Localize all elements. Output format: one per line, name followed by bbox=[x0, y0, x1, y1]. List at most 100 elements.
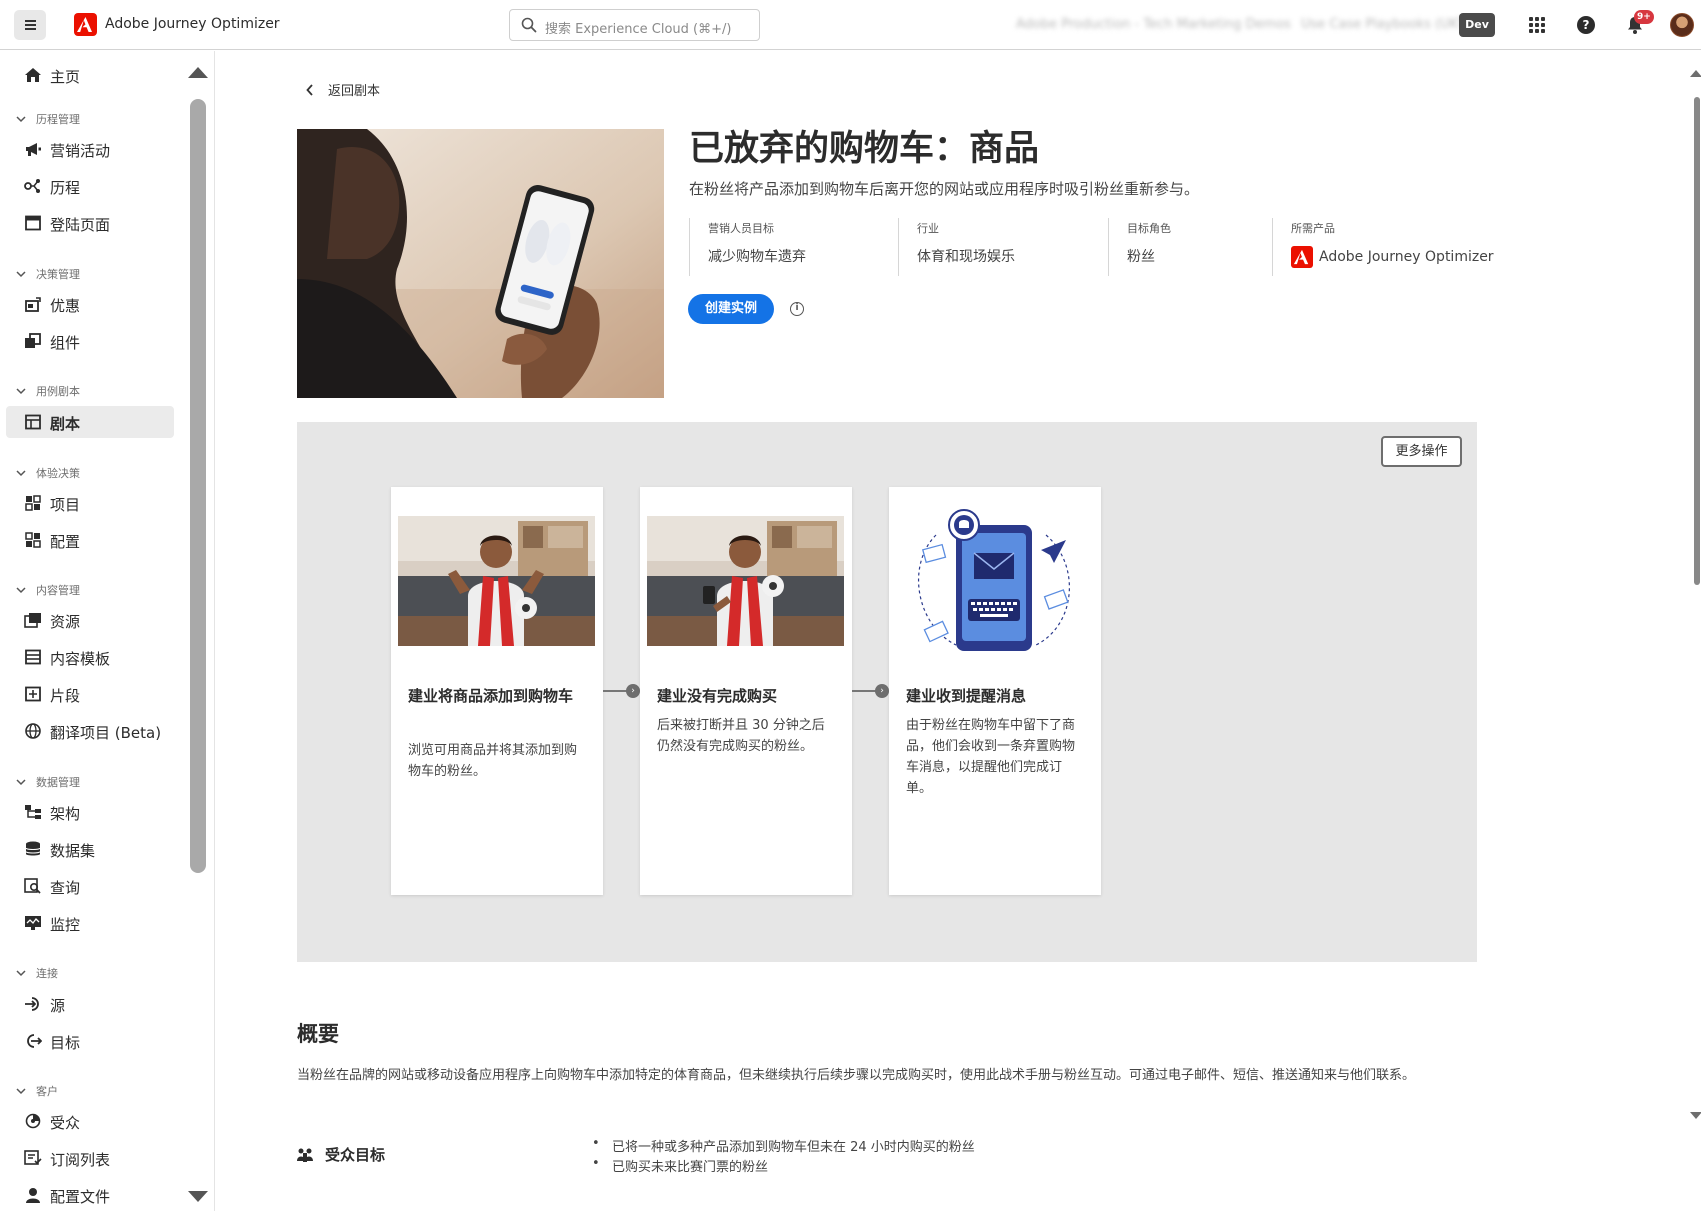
globe-icon bbox=[25, 723, 41, 739]
sidebar-item-assets[interactable]: 资源 bbox=[0, 604, 173, 636]
meta-key: 目标角色 bbox=[1127, 222, 1171, 235]
template-icon bbox=[25, 649, 41, 665]
sidebar-scrollbar[interactable] bbox=[190, 99, 206, 873]
step-description: 后来被打断并且 30 分钟之后仍然没有完成购买的粉丝。 bbox=[657, 718, 825, 754]
sidebar-item-sources[interactable]: 源 bbox=[0, 988, 173, 1020]
sidebar-item-playbooks[interactable]: 剧本 bbox=[6, 406, 174, 438]
section-label: 数据管理 bbox=[36, 776, 80, 789]
sidebar-item-label: 配置文件 bbox=[50, 1188, 111, 1206]
components-icon bbox=[25, 333, 41, 348]
meta-target-role: 目标角色 粉丝 bbox=[1108, 218, 1258, 276]
sidebar-item-subscription-lists[interactable]: 订阅列表 bbox=[0, 1142, 173, 1174]
sidebar-item-profiles[interactable]: 配置文件 bbox=[0, 1179, 173, 1211]
section-connections[interactable]: 连接 bbox=[16, 963, 58, 983]
sidebar-item-destinations[interactable]: 目标 bbox=[0, 1025, 173, 1057]
sidebar-item-landing-pages[interactable]: 登陆页面 bbox=[0, 207, 173, 239]
main-scrollbar[interactable] bbox=[1694, 97, 1700, 585]
more-actions-button[interactable]: 更多操作 bbox=[1381, 436, 1462, 467]
chevron-down-icon bbox=[16, 388, 26, 395]
section-journey-mgmt[interactable]: 历程管理 bbox=[16, 109, 80, 129]
sidebar-item-label: 主页 bbox=[50, 68, 81, 86]
sidebar-item-label: 配置 bbox=[50, 533, 81, 551]
step-title: 建业收到提醒消息 bbox=[906, 687, 1027, 705]
sidebar-item-label: 内容模板 bbox=[50, 650, 111, 668]
sidebar-item-label: 数据集 bbox=[50, 842, 96, 860]
flow-step-card[interactable]: 建业没有完成购买 后来被打断并且 30 分钟之后仍然没有完成购买的粉丝。 bbox=[640, 487, 852, 895]
page-title: 已放弃的购物车：商品 bbox=[689, 129, 1040, 169]
section-data-mgmt[interactable]: 数据管理 bbox=[16, 772, 80, 792]
env-badge[interactable]: Dev bbox=[1459, 13, 1495, 37]
sidebar-item-label: 项目 bbox=[50, 496, 81, 514]
info-icon[interactable]: i bbox=[790, 302, 804, 316]
back-link[interactable]: 返回剧本 bbox=[306, 80, 380, 99]
scroll-up-icon[interactable] bbox=[1690, 70, 1701, 77]
sidebar-scroll-up-icon[interactable] bbox=[188, 67, 208, 78]
meta-key: 营销人员目标 bbox=[708, 222, 774, 235]
sidebar-item-offers[interactable]: 优惠 bbox=[0, 288, 173, 320]
chevron-left-icon bbox=[306, 83, 313, 96]
chevron-down-icon bbox=[16, 970, 26, 977]
monitor-icon bbox=[25, 916, 41, 930]
sidebar-scroll-down-icon[interactable] bbox=[188, 1191, 208, 1202]
section-label: 客户 bbox=[36, 1085, 58, 1098]
sidebar-item-label: 登陆页面 bbox=[50, 216, 111, 234]
search-input[interactable]: 搜索 Experience Cloud (⌘+/) bbox=[509, 9, 760, 41]
grid-items-icon bbox=[25, 495, 41, 511]
section-content-mgmt[interactable]: 内容管理 bbox=[16, 580, 80, 600]
sidebar-item-items[interactable]: 项目 bbox=[0, 487, 173, 519]
menu-icon[interactable] bbox=[14, 10, 46, 40]
sidebar-item-config[interactable]: 配置 bbox=[0, 524, 173, 556]
sidebar-item-audiences[interactable]: 受众 bbox=[0, 1105, 173, 1137]
step-title: 建业没有完成购买 bbox=[657, 687, 778, 705]
sidebar-item-monitoring[interactable]: 监控 bbox=[0, 907, 173, 939]
sidebar-item-journeys[interactable]: 历程 bbox=[0, 170, 173, 202]
sidebar-item-datasets[interactable]: 数据集 bbox=[0, 833, 173, 865]
flow-step-card[interactable]: 建业将商品添加到购物车 浏览可用商品并将其添加到购物车的粉丝。 bbox=[391, 487, 603, 895]
sidebar-item-translation[interactable]: 翻译项目 (Beta) bbox=[0, 715, 173, 747]
adobe-logo-icon[interactable] bbox=[74, 13, 97, 36]
sidebar-item-label: 查询 bbox=[50, 879, 81, 897]
list-item-text: 已购买未来比赛门票的粉丝 bbox=[612, 1160, 769, 1175]
section-decision-mgmt[interactable]: 决策管理 bbox=[16, 264, 80, 284]
apps-grid-icon[interactable] bbox=[1529, 17, 1545, 33]
section-exp-decisioning[interactable]: 体验决策 bbox=[16, 463, 80, 483]
step-description: 由于粉丝在购物车中留下了商品，他们会收到一条弃置购物车消息，以提醒他们完成订单。 bbox=[906, 718, 1076, 796]
step-description: 浏览可用商品并将其添加到购物车的粉丝。 bbox=[408, 743, 578, 779]
chevron-down-icon bbox=[16, 470, 26, 477]
offer-icon bbox=[25, 297, 41, 312]
chevron-down-icon bbox=[16, 1088, 26, 1095]
sandbox-switcher[interactable]: Use Case Playbooks (UKT) bbox=[1301, 17, 1470, 32]
create-instance-button[interactable]: 创建实例 bbox=[688, 294, 774, 324]
avatar[interactable] bbox=[1670, 13, 1694, 37]
sidebar-item-components[interactable]: 组件 bbox=[0, 325, 173, 357]
destination-icon bbox=[27, 1034, 42, 1048]
section-label: 历程管理 bbox=[36, 113, 80, 126]
sidebar-item-label: 片段 bbox=[50, 687, 81, 705]
sidebar-item-fragments[interactable]: 片段 bbox=[0, 678, 173, 710]
audience-icon bbox=[297, 1148, 313, 1162]
journey-icon bbox=[24, 179, 40, 193]
fragment-icon bbox=[25, 686, 41, 702]
sidebar-item-home[interactable]: 主页 bbox=[0, 59, 173, 91]
summary-text: 当粉丝在品牌的网站或移动设备应用程序上向购物车中添加特定的体育商品，但未继续执行… bbox=[297, 1068, 1416, 1083]
audience-goal-heading: 受众目标 bbox=[297, 1144, 385, 1165]
flow-step-card[interactable]: 建业收到提醒消息 由于粉丝在购物车中留下了商品，他们会收到一条弃置购物车消息，以… bbox=[889, 487, 1101, 895]
notification-badge: 9+ bbox=[1634, 10, 1654, 24]
section-customer[interactable]: 客户 bbox=[16, 1081, 58, 1101]
section-playbooks[interactable]: 用例剧本 bbox=[16, 381, 80, 401]
sidebar-item-queries[interactable]: 查询 bbox=[0, 870, 173, 902]
org-switcher[interactable]: Adobe Production - Tech Marketing Demos bbox=[1016, 17, 1291, 32]
sidebar-item-campaigns[interactable]: 营销活动 bbox=[0, 133, 173, 165]
section-label: 用例剧本 bbox=[36, 385, 80, 398]
sidebar-item-content-templates[interactable]: 内容模板 bbox=[0, 641, 173, 673]
page-description: 在粉丝将产品添加到购物车后离开您的网站或应用程序时吸引粉丝重新参与。 bbox=[689, 180, 1200, 198]
audience-icon bbox=[25, 1113, 41, 1129]
app-name[interactable]: Adobe Journey Optimizer bbox=[105, 16, 280, 32]
help-icon[interactable]: ? bbox=[1577, 16, 1595, 34]
section-label: 体验决策 bbox=[36, 467, 80, 480]
meta-value: Adobe Journey Optimizer bbox=[1319, 249, 1494, 265]
sidebar-item-schemas[interactable]: 架构 bbox=[0, 796, 173, 828]
audience-goal-label: 受众目标 bbox=[325, 1146, 386, 1164]
scroll-down-icon[interactable] bbox=[1690, 1112, 1701, 1119]
sidebar-item-label: 剧本 bbox=[50, 415, 81, 433]
